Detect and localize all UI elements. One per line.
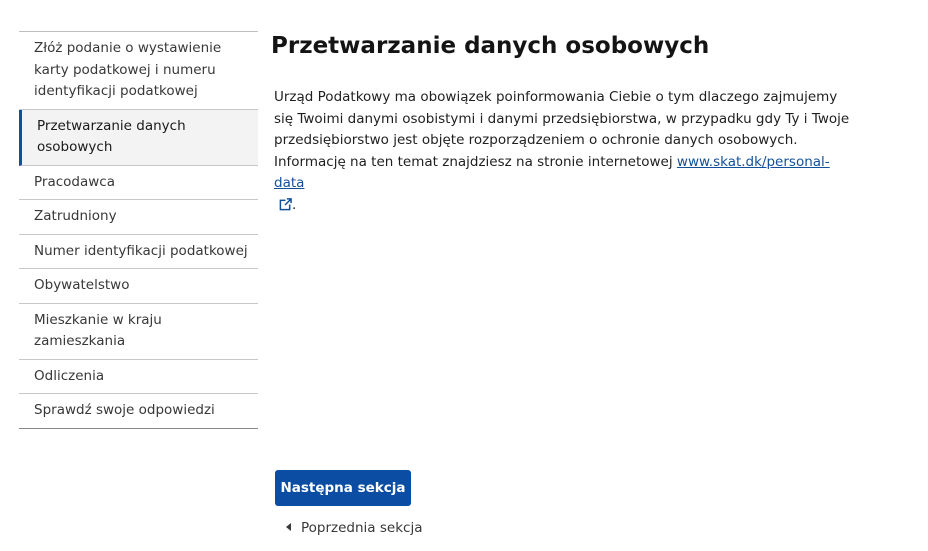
sidebar-item-employee[interactable]: Zatrudniony	[19, 200, 258, 235]
next-section-button[interactable]: Następna sekcja	[275, 470, 411, 506]
sidebar-item-personal-data[interactable]: Przetwarzanie danych osobowych	[19, 109, 258, 166]
page-title: Przetwarzanie danych osobowych	[271, 33, 710, 59]
sidebar-item-residence[interactable]: Mieszkanie w kraju zamieszkania	[19, 304, 258, 360]
main-content: Przetwarzanie danych osobowych Urząd Pod…	[271, 31, 871, 213]
intro-end: .	[292, 196, 297, 213]
previous-section-label: Poprzednia sekcja	[301, 520, 423, 536]
sidebar-item-deductions[interactable]: Odliczenia	[19, 360, 258, 394]
page: Złóż podanie o wystawienie karty podatko…	[0, 0, 928, 551]
sidebar-item-tax-id[interactable]: Numer identyfikacji podatkowej	[19, 235, 258, 269]
sidebar-item-apply-tax-card[interactable]: Złóż podanie o wystawienie karty podatko…	[19, 32, 258, 110]
sidebar-nav: Złóż podanie o wystawienie karty podatko…	[19, 31, 258, 429]
intro-paragraph: Urząd Podatkowy ma obowiązek poinformowa…	[274, 87, 854, 216]
external-link-icon[interactable]	[279, 197, 292, 211]
sidebar-item-check-answers[interactable]: Sprawdź swoje odpowiedzi	[19, 394, 258, 428]
triangle-left-icon	[286, 523, 291, 531]
sidebar-item-citizenship[interactable]: Obywatelstwo	[19, 269, 258, 304]
sidebar-item-employer[interactable]: Pracodawca	[19, 166, 258, 200]
previous-section-link[interactable]: Poprzednia sekcja	[286, 518, 422, 538]
